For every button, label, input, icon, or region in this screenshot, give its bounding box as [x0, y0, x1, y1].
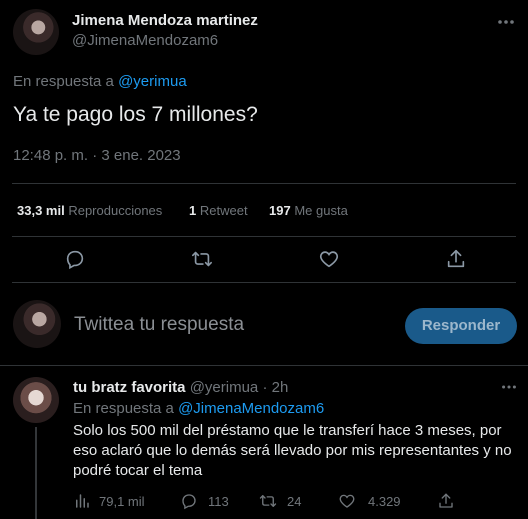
reply-share-icon[interactable]: [437, 492, 455, 510]
like-icon[interactable]: [318, 248, 340, 270]
likes-count: 197: [269, 203, 291, 218]
reply-replies-count: 113: [208, 493, 229, 509]
user-avatar[interactable]: [13, 300, 61, 348]
author-avatar[interactable]: [13, 9, 59, 55]
reply-header: tu bratz favorita @yerimua · 2h: [73, 379, 288, 396]
reply-likes-action[interactable]: 4.329: [338, 492, 401, 510]
reply-author-avatar[interactable]: [13, 377, 59, 423]
reply-replies-action[interactable]: 113: [180, 492, 229, 510]
share-icon[interactable]: [445, 248, 467, 270]
author-name[interactable]: Jimena Mendoza martinez: [72, 12, 258, 29]
divider: [12, 236, 516, 237]
retweets-stat[interactable]: 1 Retweet: [189, 203, 248, 218]
reply-likes-count: 4.329: [368, 493, 401, 509]
reply-icon[interactable]: [64, 248, 86, 270]
reply-retweets-count: 24: [287, 493, 302, 509]
likes-label: Me gusta: [294, 203, 348, 218]
reply-views-action[interactable]: 79,1 mil: [73, 492, 145, 510]
reply-text: Solo los 500 mil del préstamo que le tra…: [73, 422, 512, 479]
tweet-text: Ya te pago los 7 millones?: [13, 103, 258, 126]
compose-input[interactable]: Twittea tu respuesta: [74, 314, 244, 336]
reply-icon: [180, 492, 198, 510]
reply-more-options-icon[interactable]: [500, 378, 518, 396]
reply-button[interactable]: Responder: [405, 308, 517, 344]
author-handle[interactable]: @JimenaMendozam6: [72, 32, 218, 49]
stats-row: 33,3 mil Reproducciones: [17, 203, 162, 218]
retweet-icon: [259, 492, 277, 510]
reply-to-line: En respuesta a @yerimua: [13, 73, 187, 90]
divider: [12, 183, 516, 184]
reply-reply-to-prefix: En respuesta a: [73, 400, 179, 417]
reply-author-name[interactable]: tu bratz favorita: [73, 379, 186, 396]
reply-retweets-action[interactable]: 24: [259, 492, 301, 510]
reply-time[interactable]: · 2h: [262, 379, 288, 396]
like-icon: [338, 492, 356, 510]
reply-to-prefix: En respuesta a: [13, 73, 119, 90]
thread-line: [35, 427, 37, 519]
divider: [12, 282, 516, 283]
likes-stat[interactable]: 197 Me gusta: [269, 203, 348, 218]
tweet-timestamp[interactable]: 12:48 p. m. · 3 ene. 2023: [13, 147, 181, 164]
divider: [0, 365, 528, 366]
reply-reply-to-handle[interactable]: @JimenaMendozam6: [178, 400, 324, 417]
reply-views-count: 79,1 mil: [99, 493, 145, 509]
retweets-label: Retweet: [199, 203, 248, 218]
views-count: 33,3 mil: [17, 203, 65, 218]
retweet-icon[interactable]: [191, 248, 213, 270]
more-options-icon[interactable]: [496, 12, 516, 32]
views-label: Reproducciones: [68, 203, 163, 218]
reply-author-handle[interactable]: @yerimua: [190, 379, 259, 396]
reply-to-handle[interactable]: @yerimua: [118, 73, 187, 90]
reply-reply-to-line: En respuesta a @JimenaMendozam6: [73, 400, 324, 417]
retweets-count: 1: [189, 203, 197, 218]
views-icon: [73, 492, 91, 510]
